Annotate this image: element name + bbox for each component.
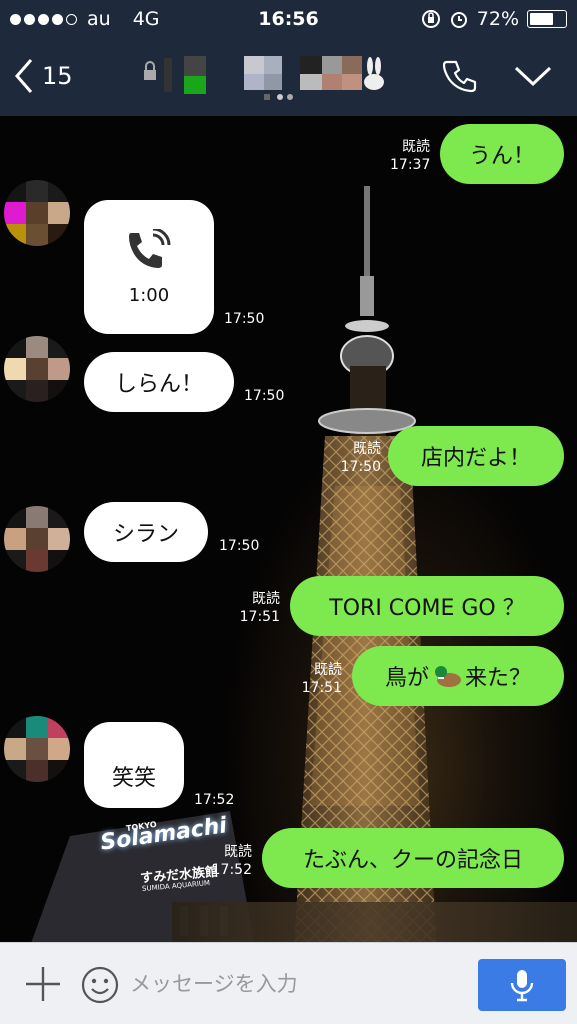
alarm-icon xyxy=(450,12,467,28)
chevron-down-icon xyxy=(514,66,552,87)
microphone-icon xyxy=(510,970,534,1002)
message-text: しらん！ xyxy=(114,372,203,397)
background-blur xyxy=(172,902,577,942)
message-time: 17:52 xyxy=(211,862,252,878)
chat-header: 15 xyxy=(0,40,577,116)
message-bubble[interactable]: しらん！ xyxy=(84,352,234,412)
battery-percent: 72% xyxy=(476,8,519,30)
lock-icon xyxy=(144,61,156,80)
message-time: 17:50 xyxy=(244,388,285,404)
message-input[interactable] xyxy=(130,963,450,1005)
message-text: シラン xyxy=(112,522,179,547)
call-bubble[interactable]: 1:00 xyxy=(84,200,214,334)
unread-count: 15 xyxy=(42,62,73,90)
message-bubble[interactable]: TORI COME GO ？ xyxy=(290,576,564,636)
message-text: 笑笑 xyxy=(111,766,156,791)
read-receipt: 既読 xyxy=(314,662,342,678)
message-time: 17:52 xyxy=(194,792,235,808)
message-time: 17:50 xyxy=(224,311,265,327)
message-bubble[interactable]: シラン xyxy=(84,502,208,562)
phone-call-icon xyxy=(129,228,171,268)
smile-icon xyxy=(81,966,119,1004)
message-text: たぶん、クーの記念日 xyxy=(302,848,523,873)
message-text: 鳥が xyxy=(384,666,429,691)
voice-input-button[interactable] xyxy=(478,959,566,1011)
message-time: 17:50 xyxy=(219,538,260,554)
call-button[interactable] xyxy=(442,58,478,98)
chat-area[interactable]: TOKYO Solamachi すみだ水族館 SUMIDA AQUARIUM 既… xyxy=(0,116,577,942)
read-receipt: 既読 xyxy=(252,591,280,607)
message-time: 17:50 xyxy=(340,459,381,475)
chevron-left-icon xyxy=(15,59,33,93)
battery-icon xyxy=(527,10,567,28)
add-button[interactable] xyxy=(24,965,62,1007)
message-text: うん！ xyxy=(468,144,535,169)
read-receipt: 既読 xyxy=(224,844,252,860)
avatar[interactable] xyxy=(4,336,70,402)
phone-icon xyxy=(442,60,477,93)
message-time: 17:51 xyxy=(301,680,342,696)
message-bubble[interactable]: たぶん、クーの記念日 xyxy=(262,828,564,888)
message-text: TORI COME GO ？ xyxy=(329,596,525,621)
read-receipt: 既読 xyxy=(353,441,381,457)
menu-toggle-button[interactable] xyxy=(514,64,552,92)
message-text: 店内だよ！ xyxy=(420,446,531,471)
message-bubble[interactable]: うん！ xyxy=(440,124,564,184)
message-input-bar xyxy=(0,942,577,1024)
message-bubble[interactable]: 鳥が 来た？ xyxy=(352,646,564,706)
duck-emoji-icon xyxy=(431,666,461,687)
back-button[interactable]: 15 xyxy=(14,56,73,96)
avatar[interactable] xyxy=(4,506,70,572)
avatar[interactable] xyxy=(4,716,70,782)
rabbit-sticker-icon xyxy=(364,57,384,90)
status-bar: au 4G 16:56 72% xyxy=(0,0,577,40)
status-right: 72% xyxy=(421,8,567,30)
avatar[interactable] xyxy=(4,180,70,246)
message-text: 来た？ xyxy=(465,666,532,691)
message-time: 17:51 xyxy=(239,609,280,625)
message-bubble[interactable]: 笑笑 xyxy=(84,722,184,808)
read-receipt: 既読 xyxy=(402,139,430,155)
chat-title-pixelated[interactable] xyxy=(140,52,390,102)
call-duration: 1:00 xyxy=(128,284,170,306)
orientation-lock-icon xyxy=(421,10,440,28)
plus-icon xyxy=(26,967,60,1001)
sticker-button[interactable] xyxy=(80,965,120,1009)
message-bubble[interactable]: 店内だよ！ xyxy=(388,426,564,486)
message-time: 17:37 xyxy=(390,157,431,173)
